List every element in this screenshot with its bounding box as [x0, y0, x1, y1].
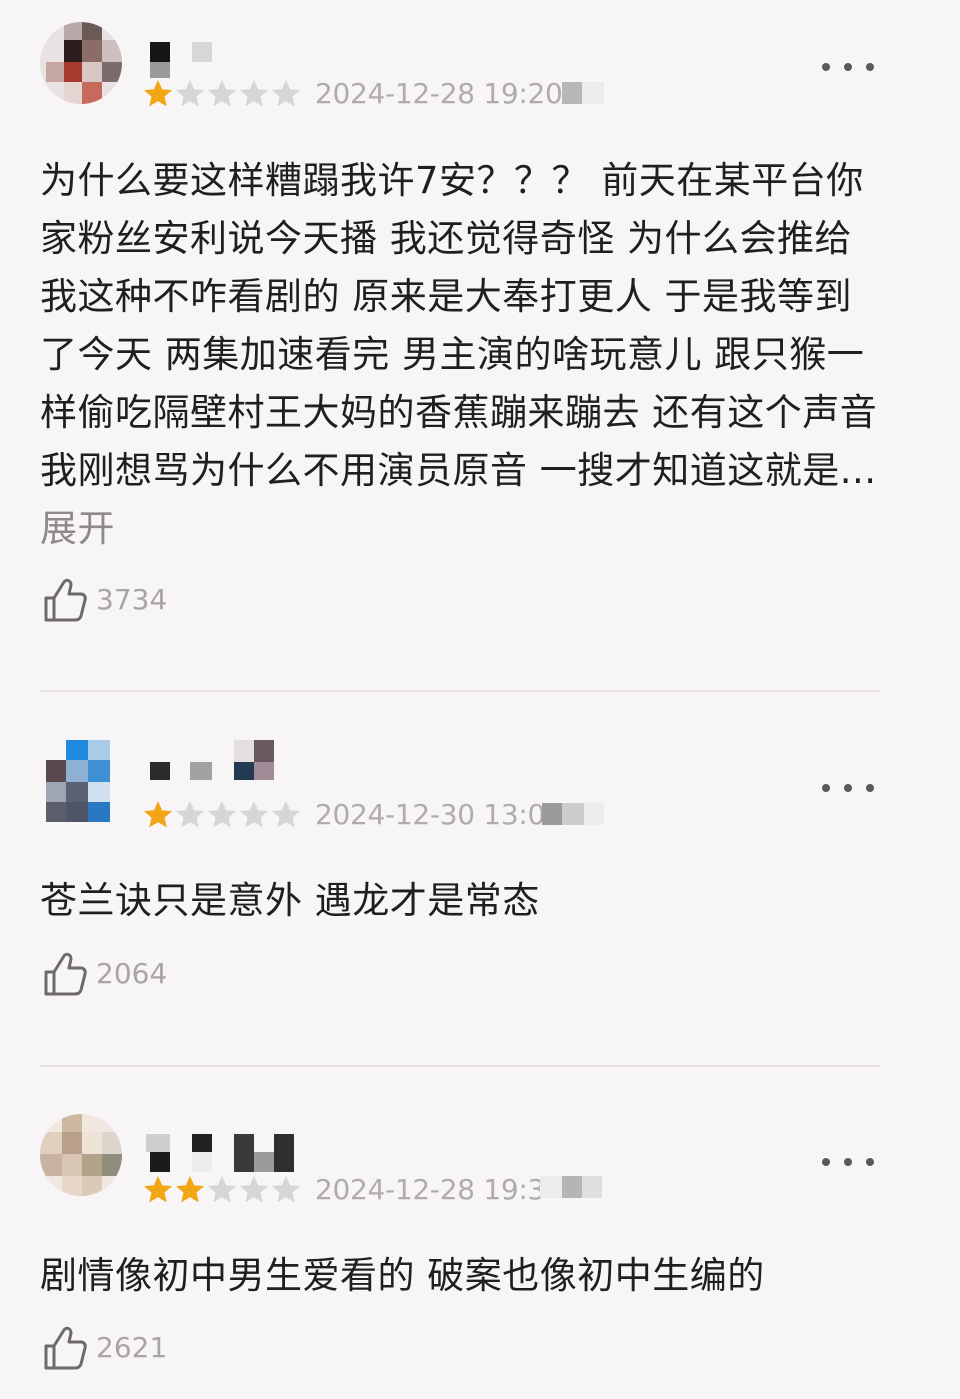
star-empty-icon: [208, 801, 236, 828]
star-empty-icon: [272, 801, 300, 828]
star-empty-icon: [272, 1176, 300, 1203]
star-filled-icon: [144, 80, 172, 107]
star-empty-icon: [240, 801, 268, 828]
star-empty-icon: [272, 80, 300, 107]
more-options-button[interactable]: [822, 776, 874, 800]
rating-stars: [142, 1174, 302, 1206]
avatar[interactable]: [40, 22, 122, 104]
thumbs-up-icon: [44, 952, 87, 996]
divider: [40, 1065, 880, 1067]
thumbs-up-icon: [44, 1326, 87, 1370]
more-dots-icon: [822, 63, 830, 71]
more-dots-icon: [822, 1158, 830, 1166]
star-empty-icon: [208, 1176, 236, 1203]
like-count: 3734: [96, 583, 168, 616]
like-button[interactable]: 2064: [42, 950, 167, 998]
avatar[interactable]: [40, 1114, 122, 1196]
star-filled-icon: [144, 801, 172, 828]
comment-timestamp: 2024-12-28 19:3: [315, 1173, 546, 1206]
star-empty-icon: [240, 1176, 268, 1203]
like-button[interactable]: 3734: [42, 576, 167, 624]
location-tag-blurred: [562, 82, 606, 104]
comment-text: 为什么要这样糟蹋我许7安？？？ 前天在某平台你家粉丝安利说今天播 我还觉得奇怪 …: [40, 159, 878, 492]
like-button[interactable]: 2621: [42, 1324, 167, 1372]
location-tag-blurred: [540, 1176, 604, 1198]
comment-body: 剧情像初中男生爱看的 破案也像初中生编的: [40, 1247, 880, 1305]
rating-stars: [142, 799, 302, 831]
username-blurred[interactable]: [146, 740, 276, 780]
star-filled-icon: [176, 1176, 204, 1203]
username-blurred[interactable]: [146, 38, 216, 78]
avatar[interactable]: [40, 740, 122, 822]
comment-text: 苍兰诀只是意外 遇龙才是常态: [40, 879, 540, 922]
thumbs-up-icon: [44, 578, 87, 622]
like-count: 2621: [96, 1331, 168, 1364]
username-blurred[interactable]: [146, 1130, 306, 1172]
more-options-button[interactable]: [822, 55, 874, 79]
star-empty-icon: [176, 801, 204, 828]
divider: [40, 690, 880, 692]
star-empty-icon: [240, 80, 268, 107]
star-filled-icon: [144, 1176, 172, 1203]
more-dots-icon: [822, 784, 830, 792]
star-empty-icon: [208, 80, 236, 107]
more-options-button[interactable]: [822, 1150, 874, 1174]
comment-body: 为什么要这样糟蹋我许7安？？？ 前天在某平台你家粉丝安利说今天播 我还觉得奇怪 …: [40, 152, 880, 558]
expand-link[interactable]: 展开: [40, 507, 115, 550]
rating-stars: [142, 78, 302, 110]
comment-timestamp: 2024-12-30 13:07: [315, 798, 563, 831]
star-empty-icon: [176, 80, 204, 107]
comment-text: 剧情像初中男生爱看的 破案也像初中生编的: [40, 1254, 765, 1297]
like-count: 2064: [96, 957, 168, 990]
comment-body: 苍兰诀只是意外 遇龙才是常态: [40, 872, 880, 930]
comment-timestamp: 2024-12-28 19:20: [315, 77, 563, 110]
location-tag-blurred: [542, 803, 606, 825]
